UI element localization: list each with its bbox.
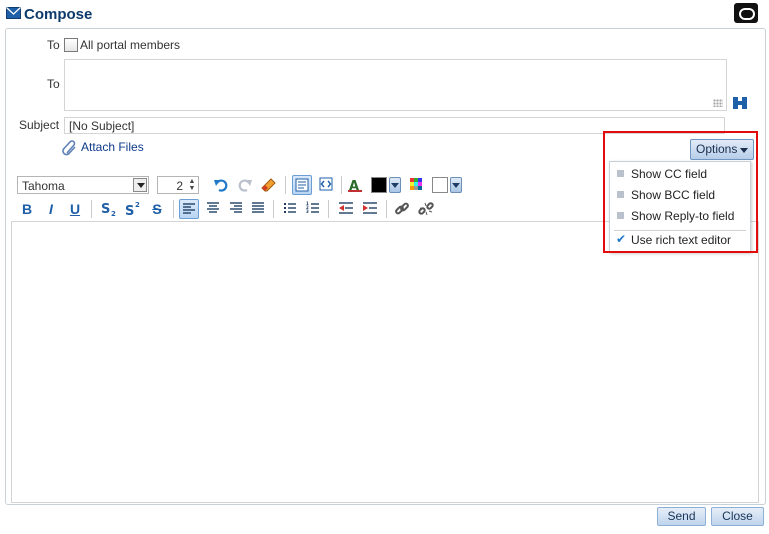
toolbar-divider	[285, 176, 286, 194]
eraser-icon	[261, 178, 276, 192]
text-color-dropdown[interactable]	[389, 177, 401, 193]
font-size-spinner-icon[interactable]: ▲ ▼	[187, 178, 197, 192]
subject-label: Subject	[19, 118, 60, 132]
underline-button[interactable]: U	[65, 199, 85, 219]
italic-button[interactable]: I	[41, 199, 61, 219]
mail-icon	[6, 7, 21, 19]
menu-item-label: Show CC field	[631, 167, 708, 181]
superscript-icon: S2	[125, 201, 140, 217]
resize-grip-icon[interactable]	[713, 99, 723, 107]
rich-text-icon	[295, 178, 309, 192]
options-button-label: Options	[696, 142, 738, 156]
superscript-button[interactable]: S2	[123, 199, 143, 219]
menu-item-label: Use rich text editor	[631, 233, 732, 247]
address-book-icon[interactable]	[732, 95, 748, 111]
align-center-icon	[207, 202, 219, 213]
toolbar-divider	[91, 200, 92, 218]
to-label: To	[47, 38, 60, 52]
toolbar-divider	[341, 176, 342, 194]
link-icon	[395, 202, 409, 215]
clear-formatting-button[interactable]	[259, 175, 279, 195]
indent-icon	[363, 202, 377, 214]
align-center-button[interactable]	[203, 199, 223, 219]
redo-button[interactable]	[235, 175, 255, 195]
font-family-select[interactable]: Tahoma	[17, 176, 149, 194]
font-size-value: 2	[176, 179, 183, 193]
menu-item-show-bcc[interactable]: Show BCC field	[610, 184, 750, 204]
text-color-icon: A	[348, 179, 362, 193]
svg-text:2: 2	[111, 210, 116, 217]
background-color-dropdown[interactable]	[450, 177, 462, 193]
chevron-down-icon[interactable]	[133, 178, 147, 192]
svg-text:3: 3	[306, 209, 309, 214]
menu-item-show-reply-to[interactable]: Show Reply-to field	[610, 205, 750, 225]
justify-button[interactable]	[248, 199, 268, 219]
bold-button[interactable]: B	[17, 199, 37, 219]
numbered-list-button[interactable]: 123	[303, 199, 323, 219]
bulleted-list-button[interactable]	[280, 199, 300, 219]
text-color-button[interactable]: A	[345, 175, 365, 195]
text-color-swatch[interactable]	[371, 177, 387, 193]
paperclip-icon	[62, 140, 76, 156]
unchecked-icon	[617, 191, 624, 198]
chevron-down-icon	[740, 148, 748, 157]
numbered-list-icon: 123	[306, 201, 319, 214]
options-button[interactable]: Options	[690, 139, 754, 160]
toolbar-divider	[173, 200, 174, 218]
all-portal-members-label: All portal members	[80, 38, 181, 52]
menu-item-show-cc[interactable]: Show CC field	[610, 163, 750, 183]
compose-header: Compose	[0, 0, 769, 28]
outdent-button[interactable]	[336, 199, 356, 219]
undo-icon	[214, 179, 228, 192]
align-right-button[interactable]	[226, 199, 246, 219]
message-body-editor[interactable]	[11, 221, 759, 503]
rich-text-mode-button[interactable]	[292, 175, 312, 195]
align-right-icon	[230, 202, 242, 213]
subscript-icon: S2	[101, 202, 116, 217]
subject-field[interactable]: [No Subject]	[64, 117, 725, 134]
remove-link-button[interactable]	[416, 199, 436, 219]
close-button[interactable]: Close	[711, 507, 764, 526]
subscript-button[interactable]: S2	[99, 199, 119, 219]
to-field[interactable]	[64, 59, 727, 111]
toolbar-divider	[328, 200, 329, 218]
font-size-select[interactable]: 2 ▲ ▼	[157, 176, 199, 194]
background-color-button[interactable]	[406, 175, 426, 195]
undo-button[interactable]	[211, 175, 231, 195]
svg-text:2: 2	[135, 201, 140, 209]
font-family-value: Tahoma	[22, 179, 65, 193]
attach-files-label: Attach Files	[81, 140, 144, 154]
menu-item-rich-text-editor[interactable]: ✔ Use rich text editor	[610, 229, 750, 249]
page-title: Compose	[24, 6, 93, 23]
oracle-logo-icon[interactable]	[734, 3, 758, 23]
svg-text:S: S	[101, 202, 110, 217]
svg-text:S: S	[125, 204, 134, 217]
to-field-label: To	[47, 77, 60, 91]
toolbar-divider	[273, 200, 274, 218]
outdent-icon	[339, 202, 353, 214]
justify-icon	[252, 202, 264, 213]
redo-icon	[238, 179, 252, 192]
send-button[interactable]: Send	[657, 507, 706, 526]
align-left-icon	[183, 203, 195, 214]
options-menu: Show CC field Show BCC field Show Reply-…	[609, 161, 751, 253]
menu-item-label: Show Reply-to field	[631, 209, 735, 223]
unchecked-icon	[617, 212, 624, 219]
insert-link-button[interactable]	[392, 199, 412, 219]
indent-button[interactable]	[360, 199, 380, 219]
align-left-button[interactable]	[179, 199, 199, 219]
toolbar-divider	[386, 200, 387, 218]
all-portal-members-checkbox[interactable]	[64, 38, 78, 52]
source-mode-button[interactable]	[316, 175, 336, 195]
background-color-swatch[interactable]	[432, 177, 448, 193]
unchecked-icon	[617, 170, 624, 177]
bulleted-list-icon	[284, 203, 296, 213]
strikethrough-button[interactable]: S	[147, 199, 167, 219]
menu-item-label: Show BCC field	[631, 188, 716, 202]
color-grid-icon	[410, 178, 422, 190]
unlink-icon	[418, 202, 434, 216]
checkmark-icon: ✔	[616, 232, 627, 246]
source-code-icon	[319, 177, 333, 191]
